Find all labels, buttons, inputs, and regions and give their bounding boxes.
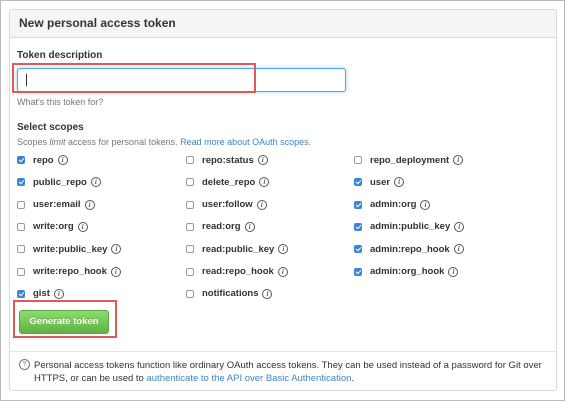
scope-label: read:org <box>202 221 241 233</box>
scope-admin-org[interactable]: admin:org i <box>354 198 431 212</box>
info-icon[interactable]: i <box>57 155 68 165</box>
scope-checkbox[interactable] <box>354 178 362 187</box>
scope-checkbox[interactable] <box>17 156 25 164</box>
scope-checkbox[interactable] <box>186 178 194 187</box>
scope-admin-public-key[interactable]: admin:public_key i <box>354 220 465 234</box>
info-icon[interactable]: i <box>453 155 464 165</box>
scope-checkbox[interactable] <box>186 245 194 254</box>
info-icon[interactable]: i <box>84 199 95 210</box>
scope-gist[interactable]: gist i <box>17 287 64 301</box>
scope-checkbox[interactable] <box>186 289 194 298</box>
scope-write-repo-hook[interactable]: write:repo_hook i <box>17 265 121 279</box>
token-help-text: What's this token for? <box>17 97 104 107</box>
scope-admin-repo-hook[interactable]: admin:repo_hook i <box>354 242 464 256</box>
scope-label: gist <box>33 288 50 300</box>
scope-checkbox[interactable] <box>17 245 25 254</box>
scope-checkbox[interactable] <box>17 200 25 209</box>
footer-note: ? Personal access tokens function like o… <box>10 351 556 390</box>
scope-label: admin:public_key <box>370 221 451 233</box>
scope-label: write:org <box>33 221 74 233</box>
info-icon[interactable]: i <box>420 199 431 210</box>
info-icon[interactable]: i <box>262 288 273 299</box>
annotation-highlight-input <box>12 63 256 93</box>
scope-admin-org-hook[interactable]: admin:org_hook i <box>354 265 459 279</box>
info-icon[interactable]: i <box>277 266 288 277</box>
oauth-scopes-link[interactable]: Read more about OAuth scopes. <box>180 137 311 147</box>
info-icon[interactable]: i <box>257 155 268 165</box>
scope-checkbox[interactable] <box>186 267 194 276</box>
scope-checkbox[interactable] <box>17 178 25 187</box>
scope-label: repo <box>33 154 54 166</box>
scope-label: repo:status <box>202 154 254 166</box>
info-icon[interactable]: i <box>53 288 64 299</box>
info-icon[interactable]: i <box>111 244 122 255</box>
scope-checkbox[interactable] <box>186 156 194 164</box>
scope-checkbox[interactable] <box>17 267 25 276</box>
scope-label: repo_deployment <box>370 154 450 166</box>
scope-label: user:email <box>33 199 81 211</box>
info-icon[interactable]: i <box>244 221 255 232</box>
scope-user-follow[interactable]: user:follow i <box>186 198 267 212</box>
footer-text-end: . <box>351 373 355 384</box>
info-icon[interactable]: i <box>394 177 405 188</box>
scope-label: read:public_key <box>202 243 275 255</box>
scope-checkbox[interactable] <box>354 267 362 276</box>
scope-read-public-key[interactable]: read:public_key i <box>186 242 289 256</box>
scope-label: write:repo_hook <box>33 266 107 277</box>
scopes-desc-text-2: access for personal tokens. <box>65 137 181 147</box>
scope-public-repo[interactable]: public_repo i <box>17 175 101 189</box>
scope-read-repo-hook[interactable]: read:repo_hook i <box>186 265 288 279</box>
scope-checkbox[interactable] <box>354 222 362 231</box>
scope-label: admin:org <box>370 199 417 211</box>
scope-delete-repo[interactable]: delete_repo i <box>186 175 270 189</box>
info-icon[interactable]: i <box>110 266 121 277</box>
scope-label: read:repo_hook <box>202 266 274 277</box>
info-icon[interactable]: i <box>77 221 88 232</box>
scope-checkbox[interactable] <box>17 222 25 231</box>
scope-label: admin:repo_hook <box>370 243 450 255</box>
scope-checkbox[interactable] <box>17 289 25 298</box>
scope-checkbox[interactable] <box>186 200 194 209</box>
info-icon[interactable]: i <box>256 199 267 210</box>
scope-checkbox[interactable] <box>186 222 194 231</box>
scope-notifications[interactable]: notifications i <box>186 287 273 301</box>
scope-read-org[interactable]: read:org i <box>186 220 255 234</box>
scope-repo-status[interactable]: repo:status i <box>186 153 268 167</box>
select-scopes-label: Select scopes <box>17 122 84 133</box>
info-icon[interactable]: i <box>454 221 465 232</box>
basic-auth-link[interactable]: authenticate to the API over Basic Authe… <box>146 373 351 384</box>
info-icon[interactable]: i <box>448 266 459 277</box>
new-token-panel: New personal access token Token descript… <box>9 9 557 391</box>
annotation-highlight-button <box>13 300 117 338</box>
scope-label: delete_repo <box>202 176 256 188</box>
scope-write-org[interactable]: write:org i <box>17 220 88 234</box>
question-icon: ? <box>19 359 30 370</box>
panel-title: New personal access token <box>10 10 556 38</box>
scope-label: user <box>370 176 391 188</box>
info-icon[interactable]: i <box>453 244 464 255</box>
scope-user-email[interactable]: user:email i <box>17 198 95 212</box>
info-icon[interactable]: i <box>259 177 270 188</box>
scope-checkbox[interactable] <box>354 200 362 209</box>
info-icon[interactable]: i <box>278 244 289 255</box>
scopes-desc-emphasis: limit <box>49 137 66 147</box>
scope-label: notifications <box>202 288 259 300</box>
scope-user[interactable]: user i <box>354 175 405 189</box>
token-description-label: Token description <box>17 50 103 61</box>
scopes-description: Scopes limit access for personal tokens.… <box>17 137 311 147</box>
scope-checkbox[interactable] <box>354 156 362 164</box>
scope-repo[interactable]: repo i <box>17 153 68 167</box>
scope-checkbox[interactable] <box>354 245 362 254</box>
footer-text: Personal access tokens function like ord… <box>34 359 549 385</box>
scope-write-public-key[interactable]: write:public_key i <box>17 242 122 256</box>
scope-repo-deployment[interactable]: repo_deployment i <box>354 153 464 167</box>
scope-label: write:public_key <box>33 243 108 255</box>
scope-label: user:follow <box>202 199 253 211</box>
scopes-desc-text: Scopes <box>17 137 50 147</box>
scope-label: admin:org_hook <box>370 266 445 277</box>
info-icon[interactable]: i <box>90 177 101 188</box>
scope-label: public_repo <box>33 176 87 188</box>
